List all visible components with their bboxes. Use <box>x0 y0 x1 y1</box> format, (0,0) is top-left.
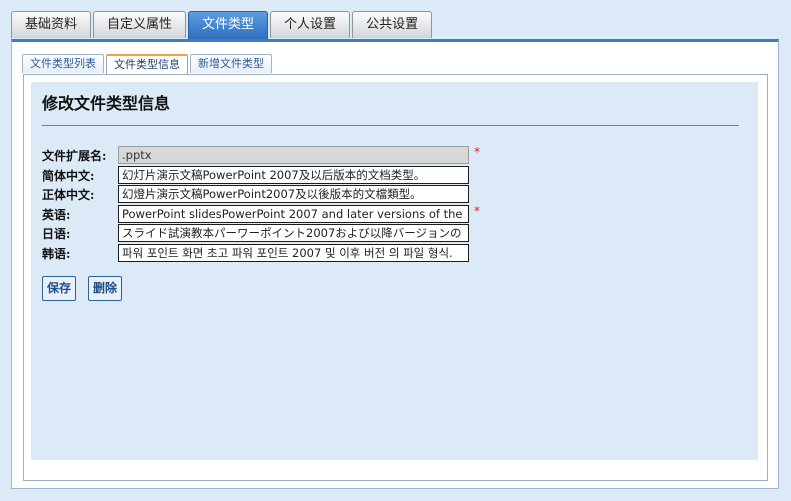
divider <box>42 125 739 126</box>
subtab-file-type-info[interactable]: 文件类型信息 <box>106 54 188 74</box>
japanese-field[interactable] <box>118 224 469 242</box>
subtab-add-file-type[interactable]: 新增文件类型 <box>190 54 272 73</box>
traditional-chinese-label: 正体中文: <box>42 188 95 202</box>
simplified-chinese-field[interactable] <box>118 166 469 184</box>
tab-file-types[interactable]: 文件类型 <box>188 11 269 39</box>
tab-personal-settings[interactable]: 个人设置 <box>270 11 351 38</box>
subtab-file-type-list[interactable]: 文件类型列表 <box>22 54 104 73</box>
required-marker: * <box>474 145 480 159</box>
tab-basic-data[interactable]: 基础资料 <box>11 11 92 38</box>
sub-panel: 修改文件类型信息 文件扩展名: * 简体中文: 正体中文: 英语: * 日 <box>23 74 768 481</box>
extension-field[interactable] <box>118 146 469 164</box>
sub-tab-bar: 文件类型列表 文件类型信息 新增文件类型 <box>22 54 274 74</box>
japanese-label: 日语: <box>42 227 71 241</box>
tab-custom-attributes[interactable]: 自定义属性 <box>93 11 187 38</box>
top-tab-bar: 基础资料 自定义属性 文件类型 个人设置 公共设置 <box>11 11 434 39</box>
required-marker: * <box>474 204 480 218</box>
korean-field[interactable] <box>118 244 469 262</box>
save-button[interactable]: 保存 <box>42 276 77 301</box>
main-panel: 文件类型列表 文件类型信息 新增文件类型 修改文件类型信息 文件扩展名: * 简… <box>11 39 779 489</box>
tab-public-settings[interactable]: 公共设置 <box>352 11 433 38</box>
page-title: 修改文件类型信息 <box>42 94 171 113</box>
extension-label: 文件扩展名: <box>42 149 107 163</box>
form-area: 修改文件类型信息 文件扩展名: * 简体中文: 正体中文: 英语: * 日 <box>31 82 758 460</box>
simplified-chinese-label: 简体中文: <box>42 169 95 183</box>
traditional-chinese-field[interactable] <box>118 185 469 203</box>
korean-label: 韩语: <box>42 247 71 261</box>
english-field[interactable] <box>118 205 469 223</box>
delete-button[interactable]: 删除 <box>88 276 123 301</box>
english-label: 英语: <box>42 208 71 222</box>
